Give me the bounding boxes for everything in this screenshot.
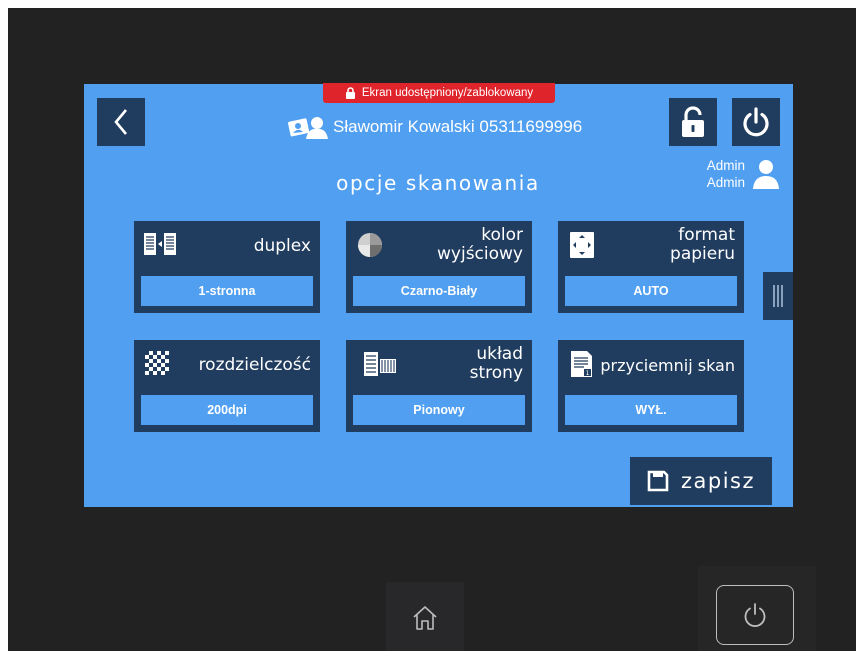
tile-value-button[interactable]: Pionowy — [353, 395, 525, 425]
tile-value-button[interactable]: Czarno-Biały — [353, 276, 525, 306]
admin-user[interactable]: Admin Admin — [697, 157, 783, 193]
tile-resolution[interactable]: rozdzielczość 200dpi — [134, 340, 320, 432]
admin-line-1: Admin — [706, 158, 745, 173]
tile-label: format papieru — [670, 225, 735, 264]
side-drawer-handle[interactable] — [763, 272, 793, 320]
lock-banner-text: Ekran udostępniony/zablokowany — [361, 87, 534, 99]
save-label: zapisz — [680, 469, 756, 493]
resolution-icon — [145, 351, 169, 375]
tile-label: kolor wyjściowy — [437, 225, 523, 264]
lock-screen-button[interactable] — [669, 98, 717, 146]
screen-lock-banner: Ekran udostępniony/zablokowany — [323, 83, 555, 103]
tile-label: duplex — [253, 236, 311, 256]
tile-page-layout[interactable]: układ strony Pionowy — [346, 340, 532, 432]
padlock-icon — [345, 87, 355, 99]
user-icon — [753, 160, 779, 189]
user-name-id: Sławomir Kowalski 05311699996 — [333, 117, 583, 136]
power-icon — [743, 107, 769, 137]
power-icon — [744, 603, 766, 627]
tile-duplex[interactable]: duplex 1-stronna — [134, 221, 320, 313]
tile-color-output[interactable]: kolor wyjściowy Czarno-Biały — [346, 221, 532, 313]
color-output-icon — [358, 233, 382, 257]
logout-power-button[interactable] — [732, 98, 780, 146]
page-title: opcje skanowania — [336, 171, 540, 195]
tile-value-button[interactable]: WYŁ. — [565, 395, 737, 425]
chevron-left-icon — [114, 109, 127, 135]
svg-text:1: 1 — [586, 370, 590, 377]
save-button[interactable]: zapisz — [630, 457, 772, 505]
hardware-power-button[interactable] — [716, 585, 794, 645]
save-icon — [647, 470, 669, 492]
user-info: Sławomir Kowalski 05311699996 — [287, 114, 582, 140]
tile-darken-scan[interactable]: 1 przyciemnij skan WYŁ. — [558, 340, 744, 432]
admin-line-2: Admin — [706, 175, 745, 190]
paper-format-icon — [570, 232, 594, 258]
lock-open-icon — [682, 106, 704, 137]
tile-value-button[interactable]: 1-stronna — [141, 276, 313, 306]
back-button[interactable] — [97, 98, 145, 146]
tile-label: przyciemnij skan — [600, 356, 735, 375]
home-icon[interactable] — [410, 603, 440, 633]
user-card-icon — [288, 117, 328, 139]
admin-label: Admin Admin — [707, 157, 745, 191]
tile-value-button[interactable]: 200dpi — [141, 395, 313, 425]
duplex-icon — [144, 233, 176, 255]
tile-label: układ strony — [469, 344, 523, 383]
page-layout-icon — [364, 352, 396, 376]
darken-scan-icon: 1 — [571, 351, 592, 377]
tile-label: rozdzielczość — [198, 355, 311, 375]
tile-value-button[interactable]: AUTO — [565, 276, 737, 306]
tile-paper-format[interactable]: format papieru AUTO — [558, 221, 744, 313]
